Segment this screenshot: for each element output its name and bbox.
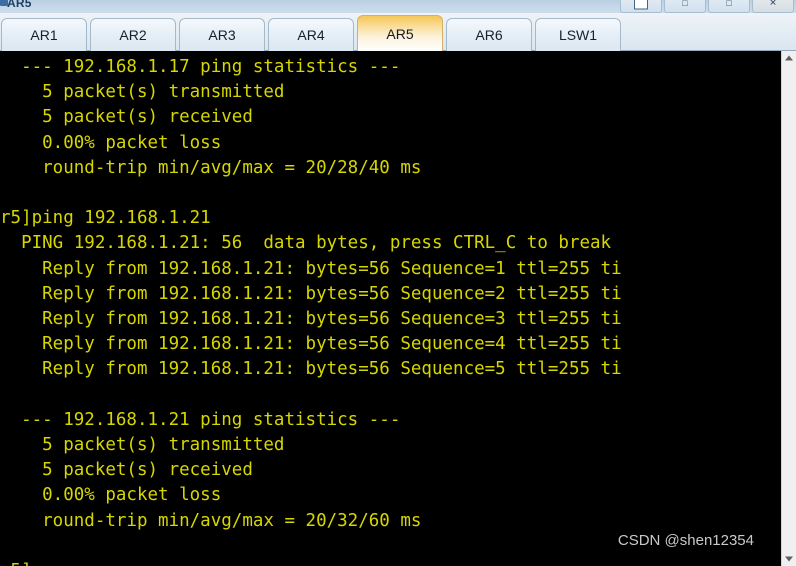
scroll-up-button[interactable] <box>782 51 796 65</box>
console-line: 5 packet(s) received <box>0 107 253 128</box>
tab-list: AR1 AR2 AR3 AR4 AR5 AR6 LSW1 <box>1 15 624 51</box>
device-tab-bar: AR1 AR2 AR3 AR4 AR5 AR6 LSW1 <box>0 13 796 51</box>
console-line: 5 packet(s) transmitted <box>0 435 285 456</box>
console-line: r5] <box>0 559 622 566</box>
console-line: r5]ping 192.168.1.21 <box>0 208 211 229</box>
console-line: Reply from 192.168.1.21: bytes=56 Sequen… <box>0 309 622 330</box>
maximize-icon: □ <box>726 0 732 8</box>
scroll-down-button[interactable] <box>782 552 796 566</box>
console-line: round-trip min/avg/max = 20/32/60 ms <box>0 510 422 531</box>
window-controls: □ □ ✕ <box>620 0 794 13</box>
window-title: AR5 <box>7 0 32 10</box>
console-text: --- 192.168.1.17 ping statistics --- 5 p… <box>0 55 622 566</box>
maximize-button[interactable]: □ <box>708 0 750 13</box>
tab-ar2[interactable]: AR2 <box>90 18 176 51</box>
close-icon: ✕ <box>769 0 777 8</box>
tab-label: AR6 <box>475 27 503 43</box>
tab-label: AR5 <box>386 25 414 42</box>
scroll-down-arrow-icon <box>785 556 793 562</box>
console-line: round-trip min/avg/max = 20/28/40 ms <box>0 157 422 178</box>
tab-label: LSW1 <box>558 27 598 43</box>
restore-icon: □ <box>682 0 688 8</box>
console-line: 5 packet(s) transmitted <box>0 82 285 103</box>
console-line: Reply from 192.168.1.21: bytes=56 Sequen… <box>0 359 622 380</box>
emulator-window: AR5 □ □ ✕ AR1 AR2 AR3 AR4 AR5 AR6 LSW1 -… <box>0 0 796 566</box>
console-line: Reply from 192.168.1.21: bytes=56 Sequen… <box>0 283 622 304</box>
tab-label: AR3 <box>208 27 236 43</box>
restore-button[interactable]: □ <box>664 0 706 13</box>
tab-label: AR4 <box>297 27 325 43</box>
console-output[interactable]: --- 192.168.1.17 ping statistics --- 5 p… <box>0 51 781 566</box>
console-line: 0.00% packet loss <box>0 485 222 506</box>
console-line: Reply from 192.168.1.21: bytes=56 Sequen… <box>0 258 622 279</box>
minimize-icon <box>634 0 648 10</box>
tab-label: AR1 <box>30 27 58 43</box>
watermark: CSDN @shen12354 <box>617 532 754 549</box>
tab-ar6[interactable]: AR6 <box>446 18 532 51</box>
tab-ar4[interactable]: AR4 <box>268 18 354 51</box>
console-line: --- 192.168.1.17 ping statistics --- <box>0 57 401 77</box>
console-line: --- 192.168.1.21 ping statistics --- <box>0 409 401 430</box>
close-button[interactable]: ✕ <box>752 0 794 13</box>
console-line: Reply from 192.168.1.21: bytes=56 Sequen… <box>0 334 622 355</box>
tab-ar1[interactable]: AR1 <box>1 18 87 51</box>
minimize-button[interactable] <box>620 0 662 13</box>
tab-label: AR2 <box>119 27 147 43</box>
tab-lsw1[interactable]: LSW1 <box>535 18 621 51</box>
scroll-up-arrow-icon <box>785 55 793 61</box>
tab-ar3[interactable]: AR3 <box>179 18 265 51</box>
console-scrollbar[interactable] <box>781 51 796 566</box>
tab-ar5[interactable]: AR5 <box>357 15 443 51</box>
console-line: PING 192.168.1.21: 56 data bytes, press … <box>0 233 612 254</box>
console-line: 5 packet(s) received <box>0 460 253 481</box>
title-bar: AR5 □ □ ✕ <box>0 0 796 14</box>
console-line: 0.00% packet loss <box>0 132 222 153</box>
